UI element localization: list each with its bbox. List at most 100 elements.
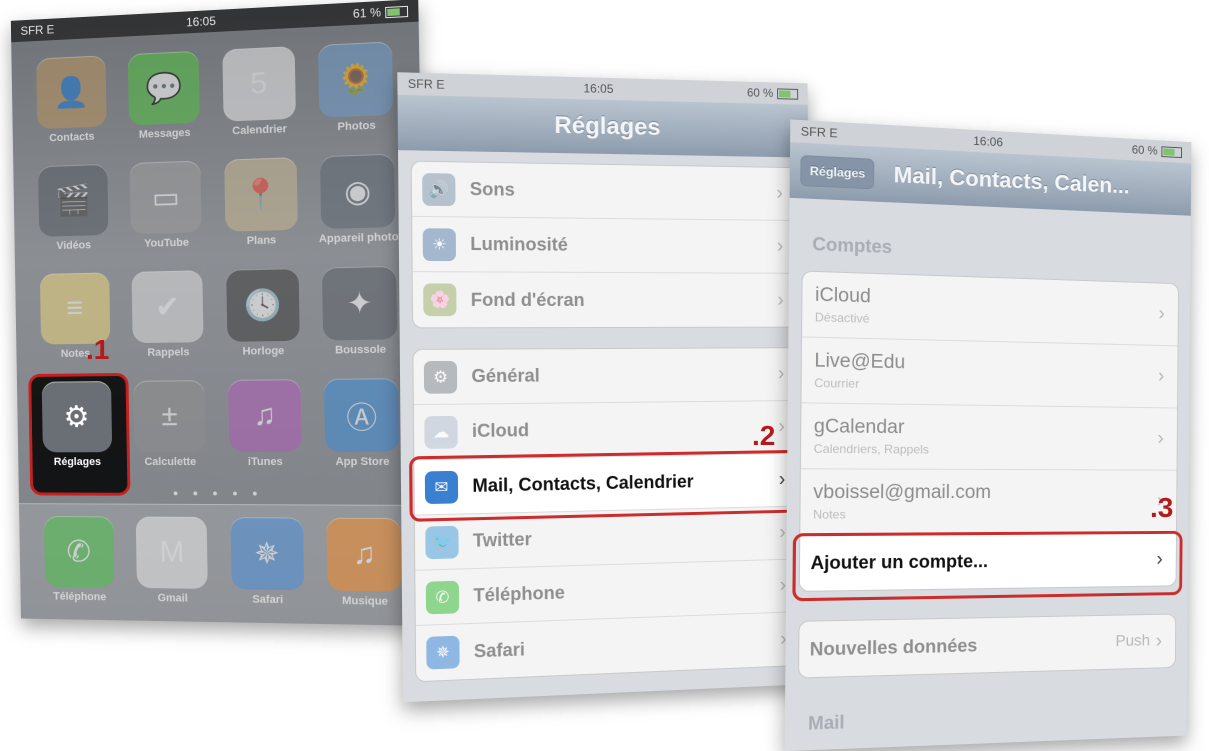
page-dots: ● ● ● ● ● [172,487,264,499]
chevron-right-icon: › [778,468,786,491]
settings-row-sons[interactable]: 🔊 Sons › [411,161,797,221]
settings-row-label: Safari [473,638,526,661]
account-detail: Désactivé [814,309,870,326]
app-r-glages[interactable]: ⚙ Réglages [30,381,123,468]
status-bar: SFR E 16:05 61 % [10,0,419,43]
chevron-right-icon: › [1155,629,1163,652]
mail-icon: ✉ [424,470,459,504]
settings-row-mail-contacts-calendrier[interactable]: ✉ Mail, Contacts, Calendrier › [414,453,799,516]
chevron-right-icon: › [777,288,784,311]
account-name: iCloud [814,284,872,308]
app-calculette[interactable]: ± Calculette [122,380,217,468]
calendar-icon: 5 [222,46,296,122]
app-plans[interactable]: 📍 Plans [212,157,310,248]
gmail-icon: M [135,516,209,589]
app-label: Rappels [147,346,190,359]
settings-row-luminosit-[interactable]: ☀ Luminosité › [412,216,797,274]
phone-icon: ✆ [425,580,460,614]
app-t-l-phone[interactable]: ✆ Téléphone [33,516,127,620]
safari-icon: ✵ [230,517,304,591]
general-gear-icon: ⚙ [423,360,458,394]
chevron-right-icon: › [777,362,785,385]
add-account-label: Ajouter un compte... [810,550,989,573]
settings-row-label: iCloud [471,420,530,442]
clock-icon: 🕓 [225,268,300,342]
battery-icon [385,6,409,19]
compass-icon: ✦ [322,265,398,341]
chevron-right-icon: › [1158,303,1165,325]
app-label: Téléphone [53,590,107,604]
account-name: Live@Edu [814,350,906,374]
step-1-label: .1 [86,334,110,365]
mail-section-header: Mail [807,712,845,734]
app-label: Musique [341,594,389,608]
contacts-icon: 👤 [35,55,107,130]
settings-row-label: Général [471,365,540,387]
app-label: Réglages [53,456,102,469]
settings-row-g-n-ral[interactable]: ⚙ Général › [413,348,798,406]
app-grid: 👤 Contacts 💬 Messages 5 Calendrier 🌻 Photos 🎬 Vid… [25,41,412,468]
app-app-store[interactable]: Ⓐ App Store [312,378,412,468]
app-label: Vidéos [56,239,92,253]
app-vid-os[interactable]: 🎬 Vidéos [27,163,120,252]
step-2-label: .2 [752,420,776,451]
app-boussole[interactable]: ✦ Boussole [310,265,410,357]
account-row[interactable]: vboissel@gmail.com Notes › [800,469,1177,536]
account-row[interactable]: Live@Edu Courrier › [801,337,1178,409]
app-itunes[interactable]: ♫ iTunes [216,379,314,468]
app-label: Plans [246,234,277,248]
account-detail: Notes [813,507,846,522]
app-label: Messages [138,126,191,141]
app-musique[interactable]: ♫ Musique [315,517,415,626]
account-row[interactable]: iCloud Désactivé › [802,271,1179,347]
camera-icon: ◉ [320,153,396,230]
app-safari[interactable]: ✵ Safari [218,517,316,624]
app-label: Gmail [157,592,188,605]
app-horloge[interactable]: 🕓 Horloge [214,268,312,358]
app-label: Boussole [334,343,387,357]
chevron-right-icon: › [1156,548,1163,570]
calculator-icon: ± [133,380,206,453]
app-calendrier[interactable]: 5 Calendrier [210,46,307,139]
app-messages[interactable]: 💬 Messages [117,50,212,142]
app-gmail[interactable]: M Gmail [124,516,220,622]
app-youtube[interactable]: ▭ YouTube [118,160,213,250]
music-icon: ♫ [326,517,402,592]
app-label: iTunes [247,455,283,469]
settings-row-label: Mail, Contacts, Calendrier [472,471,694,496]
settings-row-icloud[interactable]: ☁ iCloud › [413,400,799,461]
account-row[interactable]: gCalendar Calendriers, Rappels › [800,403,1178,471]
youtube-icon: ▭ [129,160,202,235]
app-label: Photos [337,119,376,134]
clock-label: 16:06 [973,133,1004,150]
chevron-right-icon: › [776,235,784,258]
back-button[interactable]: Réglages [800,155,875,190]
app-rappels[interactable]: ✔ Rappels [120,270,215,359]
icloud-icon: ☁ [424,415,458,449]
accounts-group: iCloud Désactivé › Live@Edu Courrier › gCalend… [798,270,1180,592]
brightness-icon: ☀ [422,227,457,261]
chevron-right-icon: › [776,182,783,205]
fetch-new-data-row[interactable]: Nouvelles données Push › [799,614,1175,677]
videos-icon: 🎬 [37,163,109,237]
settings-row-label: Twitter [472,528,532,551]
photos-icon: 🌻 [318,41,394,118]
page-title: Réglages [554,111,661,141]
carrier-label: SFR E [407,76,445,92]
settings-gear-icon: ⚙ [41,381,112,453]
wallpaper-icon: 🌸 [423,283,457,317]
app-label: App Store [335,455,390,469]
carrier-label: SFR E [800,124,838,141]
settings-group-2: ⚙ Général › ☁ iCloud › ✉ Mail, Contacts, Calend… [412,347,802,683]
mail-settings-screen: SFR E 16:06 60 % Réglages Mail, Contacts… [784,119,1192,751]
settings-row-fond-d-cran[interactable]: 🌸 Fond d'écran › [413,272,798,327]
app-photos[interactable]: 🌻 Photos [306,41,406,135]
reminders-icon: ✔ [131,270,204,344]
dock: ✆ Téléphone M Gmail ✵ Safari ♫ Musique [19,503,430,626]
app-appareil-photo[interactable]: ◉ Appareil photo [308,153,408,245]
account-name: vboissel@gmail.com [813,481,992,504]
add-account-row[interactable]: Ajouter un compte... › [799,532,1177,591]
maps-icon: 📍 [223,157,298,232]
phone-icon: ✆ [43,516,115,588]
app-contacts[interactable]: 👤 Contacts [25,55,118,145]
